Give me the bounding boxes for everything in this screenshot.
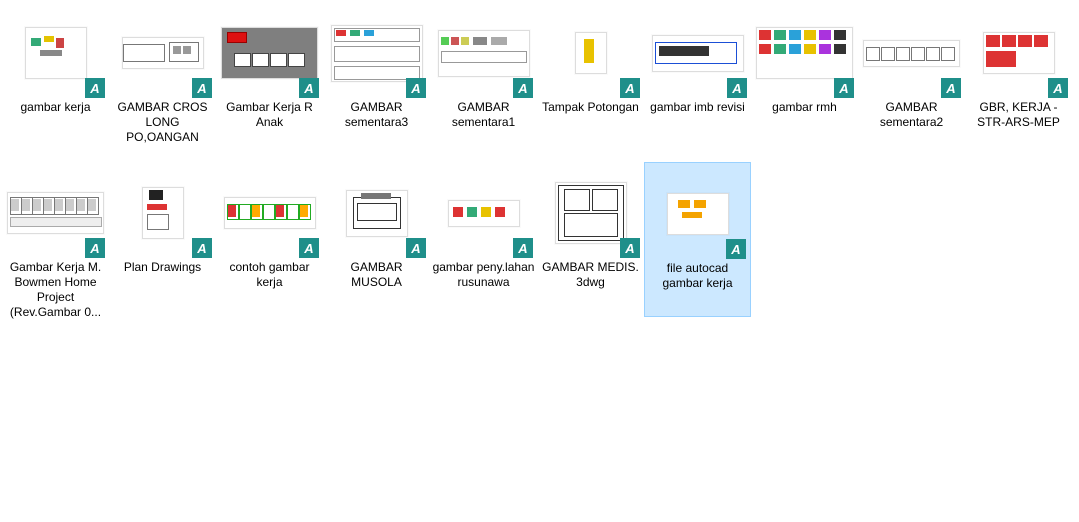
file-thumbnail: A: [430, 162, 537, 258]
file-thumbnail: A: [216, 2, 323, 98]
autocad-app-icon: A: [1048, 78, 1068, 98]
file-name-label: gambar rmh: [751, 98, 858, 115]
autocad-app-icon: A: [513, 238, 533, 258]
file-name-label: Plan Drawings: [109, 258, 216, 275]
file-item[interactable]: Agambar kerja: [2, 2, 109, 157]
autocad-app-icon: A: [726, 239, 746, 259]
autocad-app-icon: A: [941, 78, 961, 98]
file-thumbnail: A: [216, 162, 323, 258]
autocad-app-icon: A: [513, 78, 533, 98]
file-item[interactable]: Afile autocad gambar kerja: [644, 162, 751, 317]
file-name-label: GAMBAR MUSOLA: [323, 258, 430, 290]
autocad-app-icon: A: [406, 238, 426, 258]
file-item[interactable]: ATampak Potongan: [537, 2, 644, 157]
file-name-label: gambar kerja: [2, 98, 109, 115]
file-thumbnail: A: [644, 2, 751, 98]
file-name-label: GAMBAR MEDIS. 3dwg: [537, 258, 644, 290]
file-name-label: GAMBAR CROS LONG PO,OANGAN: [109, 98, 216, 145]
autocad-app-icon: A: [299, 238, 319, 258]
autocad-app-icon: A: [85, 78, 105, 98]
file-thumbnail: A: [430, 2, 537, 98]
file-thumbnail: A: [323, 2, 430, 98]
file-thumbnail: A: [537, 2, 644, 98]
file-item[interactable]: AGBR, KERJA - STR-ARS-MEP: [965, 2, 1072, 157]
file-thumbnail: A: [323, 162, 430, 258]
file-name-label: GBR, KERJA - STR-ARS-MEP: [965, 98, 1072, 130]
file-name-label: Tampak Potongan: [537, 98, 644, 115]
file-name-label: file autocad gambar kerja: [645, 259, 750, 291]
file-name-label: GAMBAR sementara3: [323, 98, 430, 130]
file-thumbnail: A: [2, 2, 109, 98]
file-item[interactable]: AGAMBAR MUSOLA: [323, 162, 430, 317]
file-item[interactable]: AGAMBAR sementara3: [323, 2, 430, 157]
autocad-app-icon: A: [85, 238, 105, 258]
file-name-label: gambar imb revisi: [644, 98, 751, 115]
file-thumbnail: A: [965, 2, 1072, 98]
file-item[interactable]: Agambar imb revisi: [644, 2, 751, 157]
file-thumbnail: A: [751, 2, 858, 98]
file-item[interactable]: Acontoh gambar kerja: [216, 162, 323, 317]
file-thumbnail: A: [645, 163, 750, 259]
file-item[interactable]: AGAMBAR MEDIS. 3dwg: [537, 162, 644, 317]
file-thumbnail: A: [2, 162, 109, 258]
autocad-app-icon: A: [620, 238, 640, 258]
file-thumbnail: A: [109, 2, 216, 98]
file-item[interactable]: Agambar peny.lahan rusunawa: [430, 162, 537, 317]
autocad-app-icon: A: [727, 78, 747, 98]
file-item[interactable]: AGAMBAR sementara1: [430, 2, 537, 157]
file-item[interactable]: AGambar Kerja M. Bowmen Home Project (Re…: [2, 162, 109, 317]
file-item[interactable]: AGambar Kerja R Anak: [216, 2, 323, 157]
file-item[interactable]: AGAMBAR CROS LONG PO,OANGAN: [109, 2, 216, 157]
file-thumbnail: A: [858, 2, 965, 98]
file-name-label: gambar peny.lahan rusunawa: [430, 258, 537, 290]
file-thumbnail: A: [109, 162, 216, 258]
file-name-label: contoh gambar kerja: [216, 258, 323, 290]
autocad-app-icon: A: [192, 238, 212, 258]
file-item[interactable]: AGAMBAR sementara2: [858, 2, 965, 157]
file-thumbnail: A: [537, 162, 644, 258]
autocad-app-icon: A: [299, 78, 319, 98]
autocad-app-icon: A: [192, 78, 212, 98]
autocad-app-icon: A: [834, 78, 854, 98]
file-name-label: GAMBAR sementara1: [430, 98, 537, 130]
autocad-app-icon: A: [620, 78, 640, 98]
autocad-app-icon: A: [406, 78, 426, 98]
file-item[interactable]: Agambar rmh: [751, 2, 858, 157]
file-name-label: GAMBAR sementara2: [858, 98, 965, 130]
file-name-label: Gambar Kerja R Anak: [216, 98, 323, 130]
file-grid: Agambar kerjaAGAMBAR CROS LONG PO,OANGAN…: [0, 0, 1079, 324]
file-item[interactable]: APlan Drawings: [109, 162, 216, 317]
file-name-label: Gambar Kerja M. Bowmen Home Project (Rev…: [2, 258, 109, 320]
